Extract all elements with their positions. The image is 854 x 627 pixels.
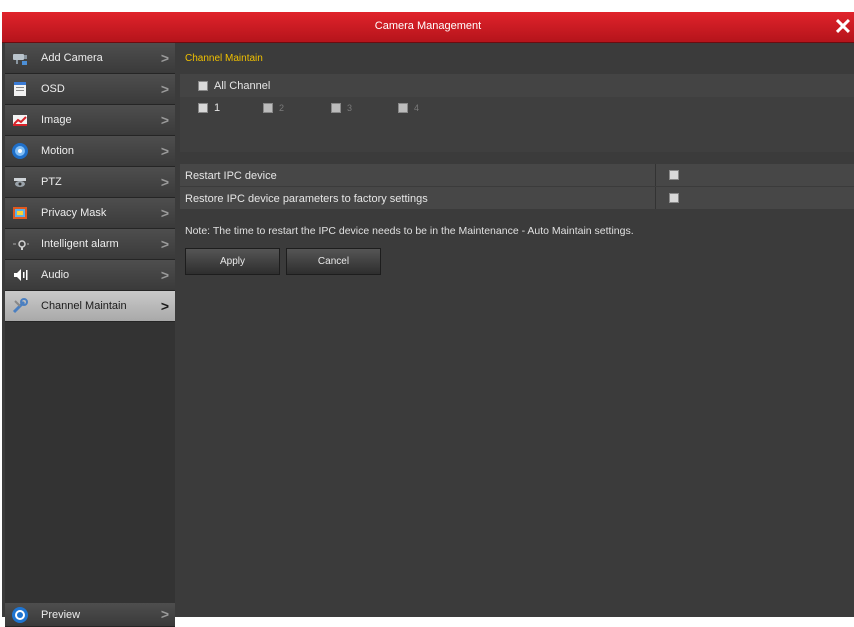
sidebar-item-ptz[interactable]: PTZ > <box>5 167 175 198</box>
chevron-right-icon: > <box>160 236 169 252</box>
sidebar-item-label: Audio <box>41 269 70 281</box>
sidebar-item-intelligent-alarm[interactable]: Intelligent alarm > <box>5 229 175 260</box>
restart-row: Restart IPC device <box>180 164 854 186</box>
sidebar-item-privacy-mask[interactable]: Privacy Mask > <box>5 198 175 229</box>
main-panel: Channel Maintain All Channel 1 2 3 4 Res… <box>180 43 854 617</box>
factory-reset-checkbox[interactable] <box>669 193 679 203</box>
channel-1[interactable]: 1 <box>198 102 220 114</box>
all-channel-checkbox[interactable] <box>198 81 208 92</box>
chevron-right-icon: > <box>160 112 169 128</box>
wrench-icon <box>12 298 28 314</box>
ptz-camera-icon <box>14 178 26 187</box>
channel-checkbox[interactable] <box>263 103 273 114</box>
chevron-right-icon: > <box>160 298 169 314</box>
chevron-right-icon: > <box>160 205 169 221</box>
add-camera-icon <box>13 54 27 65</box>
channel-checkbox[interactable] <box>398 103 408 114</box>
channel-3[interactable]: 3 <box>331 102 352 114</box>
note-text: Note: The time to restart the IPC device… <box>185 225 634 237</box>
channel-label: 4 <box>414 103 420 114</box>
sidebar-item-image[interactable]: Image > <box>5 105 175 136</box>
sidebar-item-motion[interactable]: Motion > <box>5 136 175 167</box>
chevron-right-icon: > <box>160 81 169 97</box>
osd-icon <box>14 82 26 96</box>
sidebar-item-label: Channel Maintain <box>41 300 127 312</box>
column-divider <box>655 164 656 186</box>
restart-checkbox[interactable] <box>669 170 679 180</box>
close-icon[interactable]: ✕ <box>832 15 854 39</box>
camera-management-window: Camera Management ✕ Add Camera > OSD > I… <box>2 12 854 627</box>
window-title: Camera Management <box>374 20 482 32</box>
section-title: Channel Maintain <box>185 53 263 64</box>
sidebar-item-label: Preview <box>41 609 81 621</box>
chevron-right-icon: > <box>160 174 169 190</box>
channel-label: 2 <box>279 103 285 114</box>
channel-4[interactable]: 4 <box>398 102 419 114</box>
channel-2[interactable]: 2 <box>263 102 284 114</box>
sidebar-item-label: PTZ <box>41 176 62 188</box>
sidebar-item-preview[interactable]: Preview > <box>5 603 175 627</box>
intelligent-alarm-icon <box>13 240 29 250</box>
cancel-button[interactable]: Cancel <box>286 248 381 275</box>
title-bar: Camera Management ✕ <box>2 12 854 43</box>
image-icon <box>13 115 27 126</box>
column-divider <box>655 187 656 209</box>
channel-label: 3 <box>347 103 353 114</box>
all-channel-label: All Channel <box>214 80 271 93</box>
all-channel-row: All Channel <box>180 74 854 97</box>
sidebar-item-osd[interactable]: OSD > <box>5 74 175 105</box>
sidebar-item-channel-maintain[interactable]: Channel Maintain > <box>5 291 175 322</box>
sidebar: Add Camera > OSD > Image > Motion > PTZ … <box>5 43 175 627</box>
sidebar-item-label: Privacy Mask <box>41 207 107 219</box>
apply-button[interactable]: Apply <box>185 248 280 275</box>
sidebar-item-label: Intelligent alarm <box>41 238 119 250</box>
privacy-mask-icon <box>13 207 27 219</box>
sidebar-item-label: Add Camera <box>41 52 103 64</box>
chevron-right-icon: > <box>160 143 169 159</box>
restart-label: Restart IPC device <box>185 170 277 182</box>
channel-list: 1 2 3 4 <box>180 97 854 152</box>
factory-reset-label: Restore IPC device parameters to factory… <box>185 193 428 205</box>
chevron-right-icon: > <box>160 606 169 622</box>
sidebar-item-audio[interactable]: Audio > <box>5 260 175 291</box>
channel-checkbox[interactable] <box>198 103 208 114</box>
sidebar-item-label: OSD <box>41 83 65 95</box>
channel-checkbox[interactable] <box>331 103 341 114</box>
sidebar-item-label: Motion <box>41 145 75 157</box>
factory-reset-row: Restore IPC device parameters to factory… <box>180 187 854 209</box>
preview-icon <box>12 607 28 623</box>
speaker-icon <box>14 269 28 281</box>
sidebar-item-add-camera[interactable]: Add Camera > <box>5 43 175 74</box>
chevron-right-icon: > <box>160 50 169 66</box>
sidebar-item-label: Image <box>41 114 72 126</box>
channel-label: 1 <box>214 102 221 115</box>
chevron-right-icon: > <box>160 267 169 283</box>
motion-icon <box>12 143 28 159</box>
